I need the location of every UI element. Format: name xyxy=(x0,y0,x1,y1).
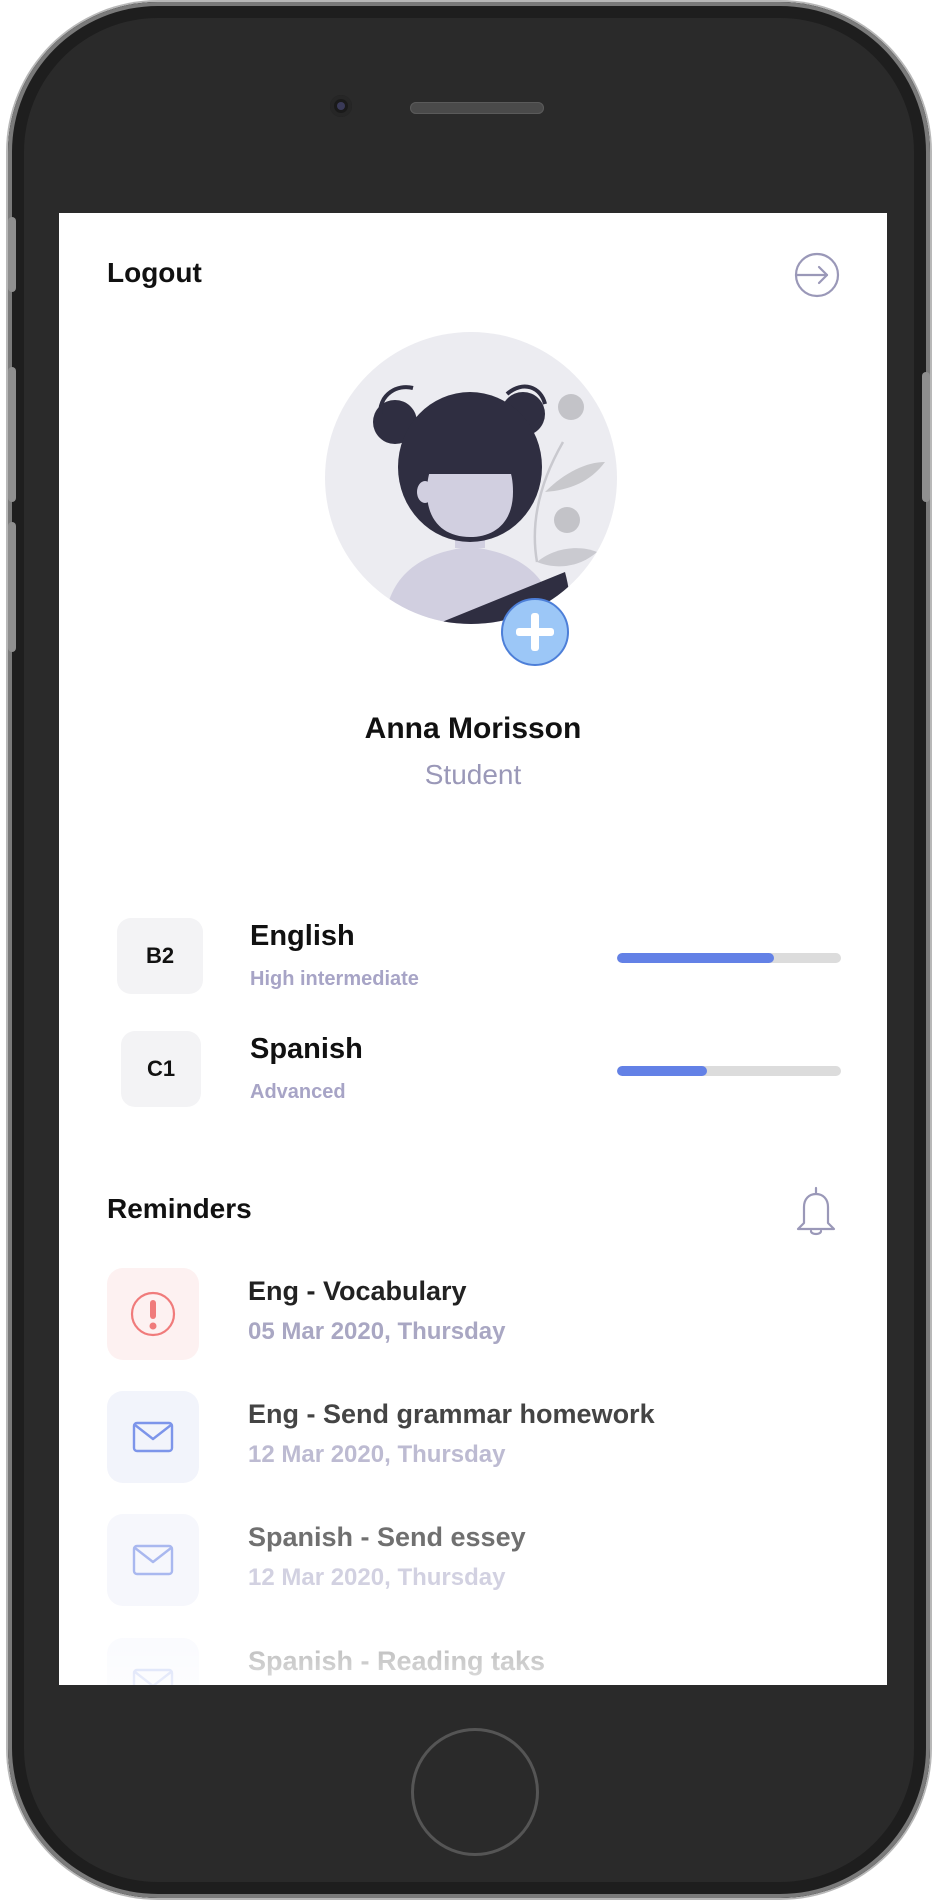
progress-fill xyxy=(617,953,774,963)
reminder-date: 12 Mar 2020, Thursday xyxy=(248,1564,506,1591)
mail-icon xyxy=(107,1514,199,1606)
earpiece-speaker xyxy=(410,102,544,114)
power-button xyxy=(922,372,930,502)
logout-arrow-icon[interactable] xyxy=(793,251,841,299)
avatar[interactable] xyxy=(325,332,617,624)
language-row-spanish[interactable]: C1 Spanish Advanced xyxy=(59,1031,887,1111)
reminder-title: Eng - Send grammar homework xyxy=(248,1399,655,1429)
reminder-item[interactable]: Eng - Send grammar homework 12 Mar 2020,… xyxy=(107,1391,847,1483)
language-name: English xyxy=(250,920,355,952)
reminder-title: Spanish - Send essey xyxy=(248,1522,526,1552)
home-button xyxy=(411,1728,539,1856)
language-progress-bar xyxy=(617,1066,841,1076)
mute-switch xyxy=(8,217,16,292)
reminder-title: Eng - Vocabulary xyxy=(248,1276,467,1306)
user-name: Anna Morisson xyxy=(364,712,582,745)
add-photo-button[interactable] xyxy=(500,597,570,667)
phone-frame: Logout Anna Morisson Student B2 English … xyxy=(8,2,930,1898)
reminder-item[interactable]: Spanish - Reading taks xyxy=(107,1638,847,1685)
reminder-item[interactable]: Spanish - Send essey 12 Mar 2020, Thursd… xyxy=(107,1514,847,1606)
reminder-title: Spanish - Reading taks xyxy=(248,1646,546,1676)
mail-icon xyxy=(107,1391,199,1483)
reminder-date: 12 Mar 2020, Thursday xyxy=(248,1441,506,1468)
reminder-item[interactable]: Eng - Vocabulary 05 Mar 2020, Thursday xyxy=(107,1268,847,1360)
language-level-badge: C1 xyxy=(121,1031,201,1107)
top-bar: Logout xyxy=(59,213,887,333)
reminder-date: 05 Mar 2020, Thursday xyxy=(248,1318,506,1345)
volume-down-button xyxy=(8,522,16,652)
language-level-label: High intermediate xyxy=(250,968,419,990)
avatar-illustration xyxy=(373,384,605,624)
language-level-label: Advanced xyxy=(250,1081,346,1103)
avatar-container xyxy=(325,332,617,666)
bell-icon[interactable] xyxy=(794,1185,838,1237)
volume-up-button xyxy=(8,367,16,502)
language-progress-bar xyxy=(617,953,841,963)
logout-label[interactable]: Logout xyxy=(107,257,202,289)
front-camera xyxy=(330,95,352,117)
language-row-english[interactable]: B2 English High intermediate xyxy=(59,918,887,998)
language-name: Spanish xyxy=(250,1033,363,1065)
language-level-badge: B2 xyxy=(117,918,203,994)
reminders-heading: Reminders xyxy=(107,1193,252,1224)
user-role: Student xyxy=(424,759,522,790)
app-screen: Logout Anna Morisson Student B2 English … xyxy=(59,213,887,1685)
progress-fill xyxy=(617,1066,707,1076)
alert-icon xyxy=(107,1268,199,1360)
mail-icon xyxy=(107,1638,199,1685)
